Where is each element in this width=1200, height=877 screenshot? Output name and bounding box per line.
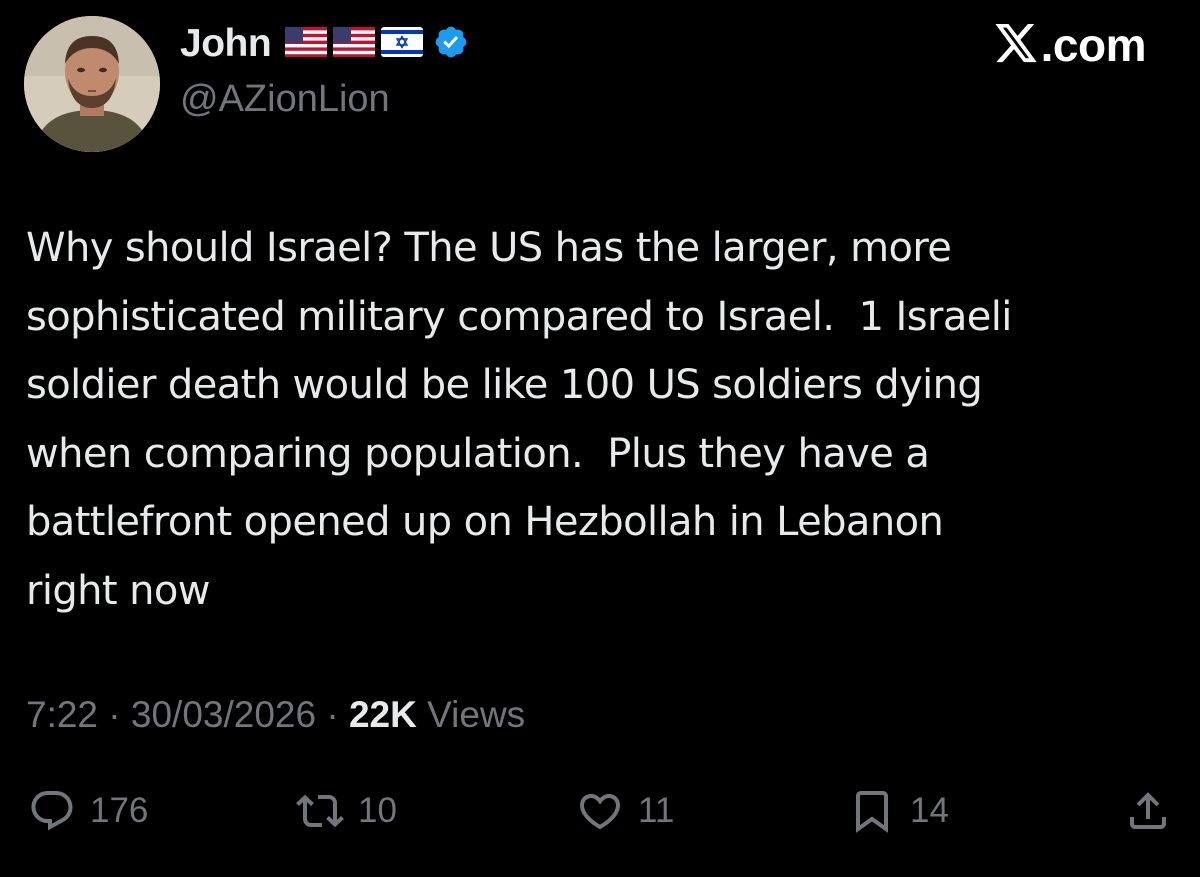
share-button[interactable] [1124, 780, 1172, 842]
us-flag-icon [285, 26, 328, 62]
meta-separator: · [98, 694, 131, 735]
like-count: 11 [638, 791, 675, 830]
share-icon [1130, 792, 1166, 829]
reply-icon [31, 791, 73, 831]
like-button[interactable]: 11 [576, 780, 674, 842]
tweet-meta: 7:22 · 30/03/2026 · 22K Views [26, 692, 525, 738]
tweet-date[interactable]: 30/03/2026 [131, 694, 316, 736]
israel-flag-icon [381, 26, 424, 62]
author-display-name[interactable]: John [180, 22, 272, 66]
tweet-time[interactable]: 7:22 [26, 694, 98, 736]
brand-watermark: .com [993, 19, 1147, 71]
bookmark-icon [856, 791, 888, 833]
tweet-card: John @AZionLion .com Why should Israel? … [0, 0, 1200, 877]
bookmark-button[interactable]: 14 [848, 780, 949, 842]
reply-count: 176 [90, 791, 149, 830]
tweet-text: Why should Israel? The US has the larger… [26, 225, 1012, 614]
heart-icon [579, 794, 621, 830]
avatar-image [24, 16, 160, 152]
author-name-row: John [180, 20, 469, 68]
avatar[interactable] [24, 16, 160, 152]
action-bar: 176 10 11 14 [0, 780, 1200, 842]
us-flag-icon [333, 26, 376, 62]
brand-label: .com [1040, 19, 1147, 71]
author-handle[interactable]: @AZionLion [180, 78, 390, 121]
meta-separator: · [316, 694, 349, 735]
repost-count: 10 [358, 791, 397, 830]
reply-button[interactable]: 176 [28, 780, 148, 842]
views-count[interactable]: 22K [349, 694, 417, 736]
repost-button[interactable]: 10 [296, 780, 397, 842]
views-label: Views [416, 694, 526, 735]
x-logo-icon [995, 24, 1037, 63]
verified-badge-icon [433, 24, 469, 65]
bookmark-count: 14 [910, 791, 949, 830]
repost-icon [296, 794, 344, 828]
